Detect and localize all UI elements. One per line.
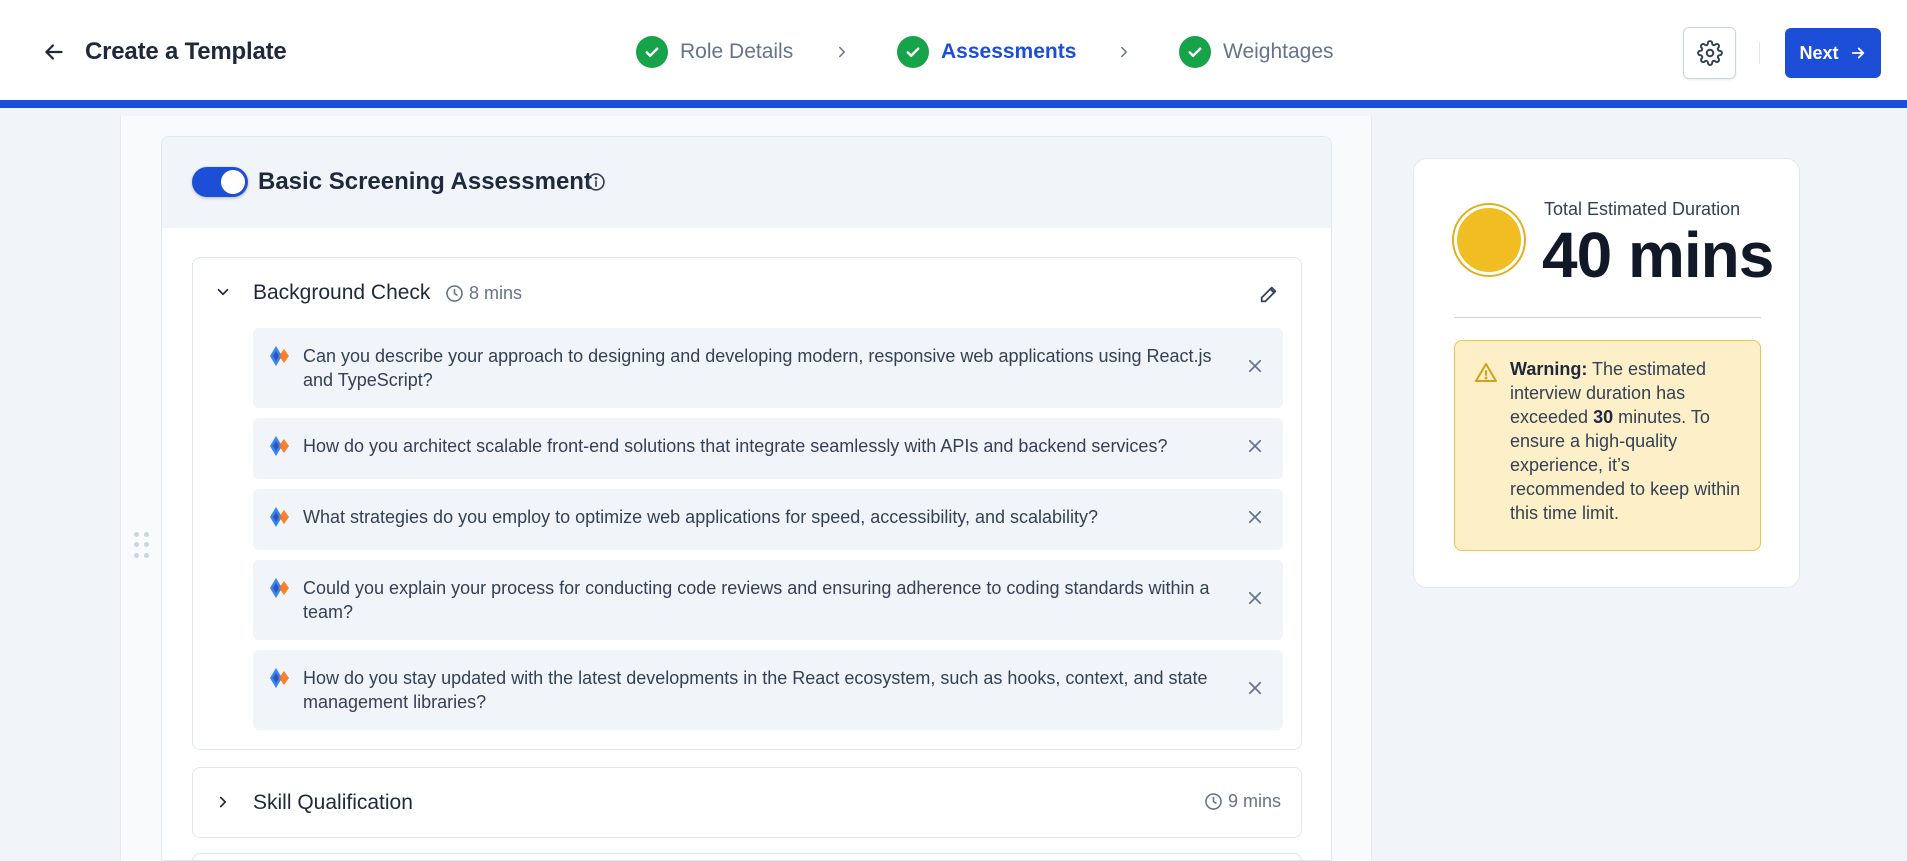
back-button[interactable]: [38, 36, 70, 68]
question-text: How do you architect scalable front-end …: [303, 436, 1168, 456]
question-text: Could you explain your process for condu…: [303, 578, 1210, 622]
header-divider: [1759, 42, 1760, 64]
clock-icon: [446, 285, 463, 302]
chevron-right-icon: [832, 42, 852, 62]
assessment-header: Basic Screening Assessment: [162, 137, 1331, 228]
info-icon[interactable]: [585, 171, 607, 193]
close-icon: [1248, 681, 1262, 695]
duration-value: 40 mins: [1542, 219, 1774, 291]
assessment-title: Basic Screening Assessment: [258, 168, 592, 195]
warning-limit: 30: [1593, 407, 1614, 427]
check-icon: [636, 36, 668, 68]
remove-question-button[interactable]: [1243, 505, 1267, 529]
question-item: Can you describe your approach to design…: [253, 328, 1283, 408]
check-icon: [1179, 36, 1211, 68]
question-text: How do you stay updated with the latest …: [303, 668, 1208, 712]
section-duration: 8 mins: [445, 283, 522, 304]
drag-handle-icon[interactable]: [134, 532, 150, 560]
section-skill-qualification[interactable]: Skill Qualification 9 mins: [192, 767, 1302, 838]
step-label: Assessments: [941, 40, 1077, 63]
step-label: Weightages: [1223, 40, 1334, 63]
remove-question-button[interactable]: [1243, 354, 1267, 378]
remove-question-button[interactable]: [1243, 434, 1267, 458]
step-role-details[interactable]: Role Details: [636, 36, 793, 68]
duration-warning: Warning: The estimated interview duratio…: [1454, 340, 1761, 551]
page-title: Create a Template: [85, 38, 287, 65]
duration-status-dot: [1454, 205, 1524, 275]
close-icon: [1248, 439, 1262, 453]
back-arrow-icon: [45, 44, 63, 60]
arrow-right-icon: [1851, 47, 1864, 59]
close-icon: [1248, 359, 1262, 373]
question-item: What strategies do you employ to optimiz…: [253, 489, 1283, 550]
next-button-label: Next: [1799, 42, 1839, 63]
ai-sparkle-icon: [270, 346, 289, 366]
settings-button[interactable]: [1683, 27, 1736, 79]
section-duration: 9 mins: [1204, 791, 1281, 812]
section-title: Background Check: [253, 281, 431, 304]
warning-icon: [1475, 363, 1497, 382]
question-text: Can you describe your approach to design…: [303, 346, 1212, 390]
section-background-check: Background Check 8 mins Can you describe…: [192, 257, 1302, 750]
next-section-peek: [192, 853, 1302, 860]
ai-sparkle-icon: [270, 507, 289, 527]
duration-text: 9 mins: [1227, 791, 1281, 811]
chevron-down-icon[interactable]: [213, 282, 233, 302]
step-label: Role Details: [680, 40, 794, 63]
step-assessments[interactable]: Assessments: [897, 36, 1076, 68]
next-button[interactable]: Next: [1785, 28, 1881, 78]
ai-sparkle-icon: [270, 668, 289, 688]
question-item: How do you stay updated with the latest …: [253, 650, 1283, 730]
ai-sparkle-icon: [270, 436, 289, 456]
duration-summary-card: Total Estimated Duration 40 mins Warning…: [1413, 158, 1800, 588]
close-icon: [1248, 591, 1262, 605]
summary-divider: [1454, 317, 1761, 318]
duration-text: 8 mins: [469, 283, 523, 303]
warning-prefix: Warning:: [1510, 359, 1588, 379]
check-icon: [897, 36, 929, 68]
gear-icon: [1696, 40, 1723, 66]
ai-sparkle-icon: [270, 578, 289, 598]
close-icon: [1248, 510, 1262, 524]
assessment-toggle[interactable]: [192, 167, 248, 197]
remove-question-button[interactable]: [1243, 676, 1267, 700]
section-title: Skill Qualification: [253, 791, 413, 814]
chevron-right-icon: [1114, 42, 1134, 62]
top-bar: Create a Template Role Details Assessmen…: [0, 0, 1907, 108]
remove-question-button[interactable]: [1243, 586, 1267, 610]
clock-icon: [1205, 793, 1222, 810]
assessment-card: Basic Screening Assessment Background Ch…: [161, 136, 1332, 861]
warning-text: Warning: The estimated interview duratio…: [1510, 357, 1745, 525]
question-item: Could you explain your process for condu…: [253, 560, 1283, 640]
step-weightages[interactable]: Weightages: [1179, 36, 1334, 68]
chevron-right-icon[interactable]: [213, 792, 233, 812]
edit-section-button[interactable]: [1256, 281, 1282, 307]
pencil-icon: [1260, 286, 1277, 303]
question-item: How do you architect scalable front-end …: [253, 418, 1283, 479]
toggle-knob: [221, 170, 245, 194]
question-text: What strategies do you employ to optimiz…: [303, 507, 1099, 527]
